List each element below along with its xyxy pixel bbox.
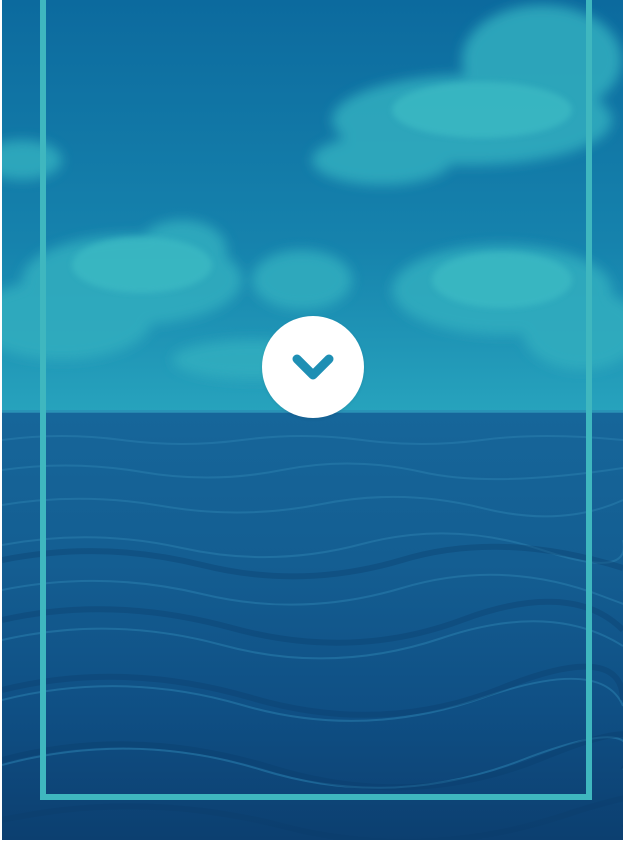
ocean-background-image: [2, 0, 623, 840]
hero-section: [2, 0, 623, 840]
scroll-down-button[interactable]: [262, 316, 364, 418]
chevron-down-icon: [292, 354, 334, 380]
